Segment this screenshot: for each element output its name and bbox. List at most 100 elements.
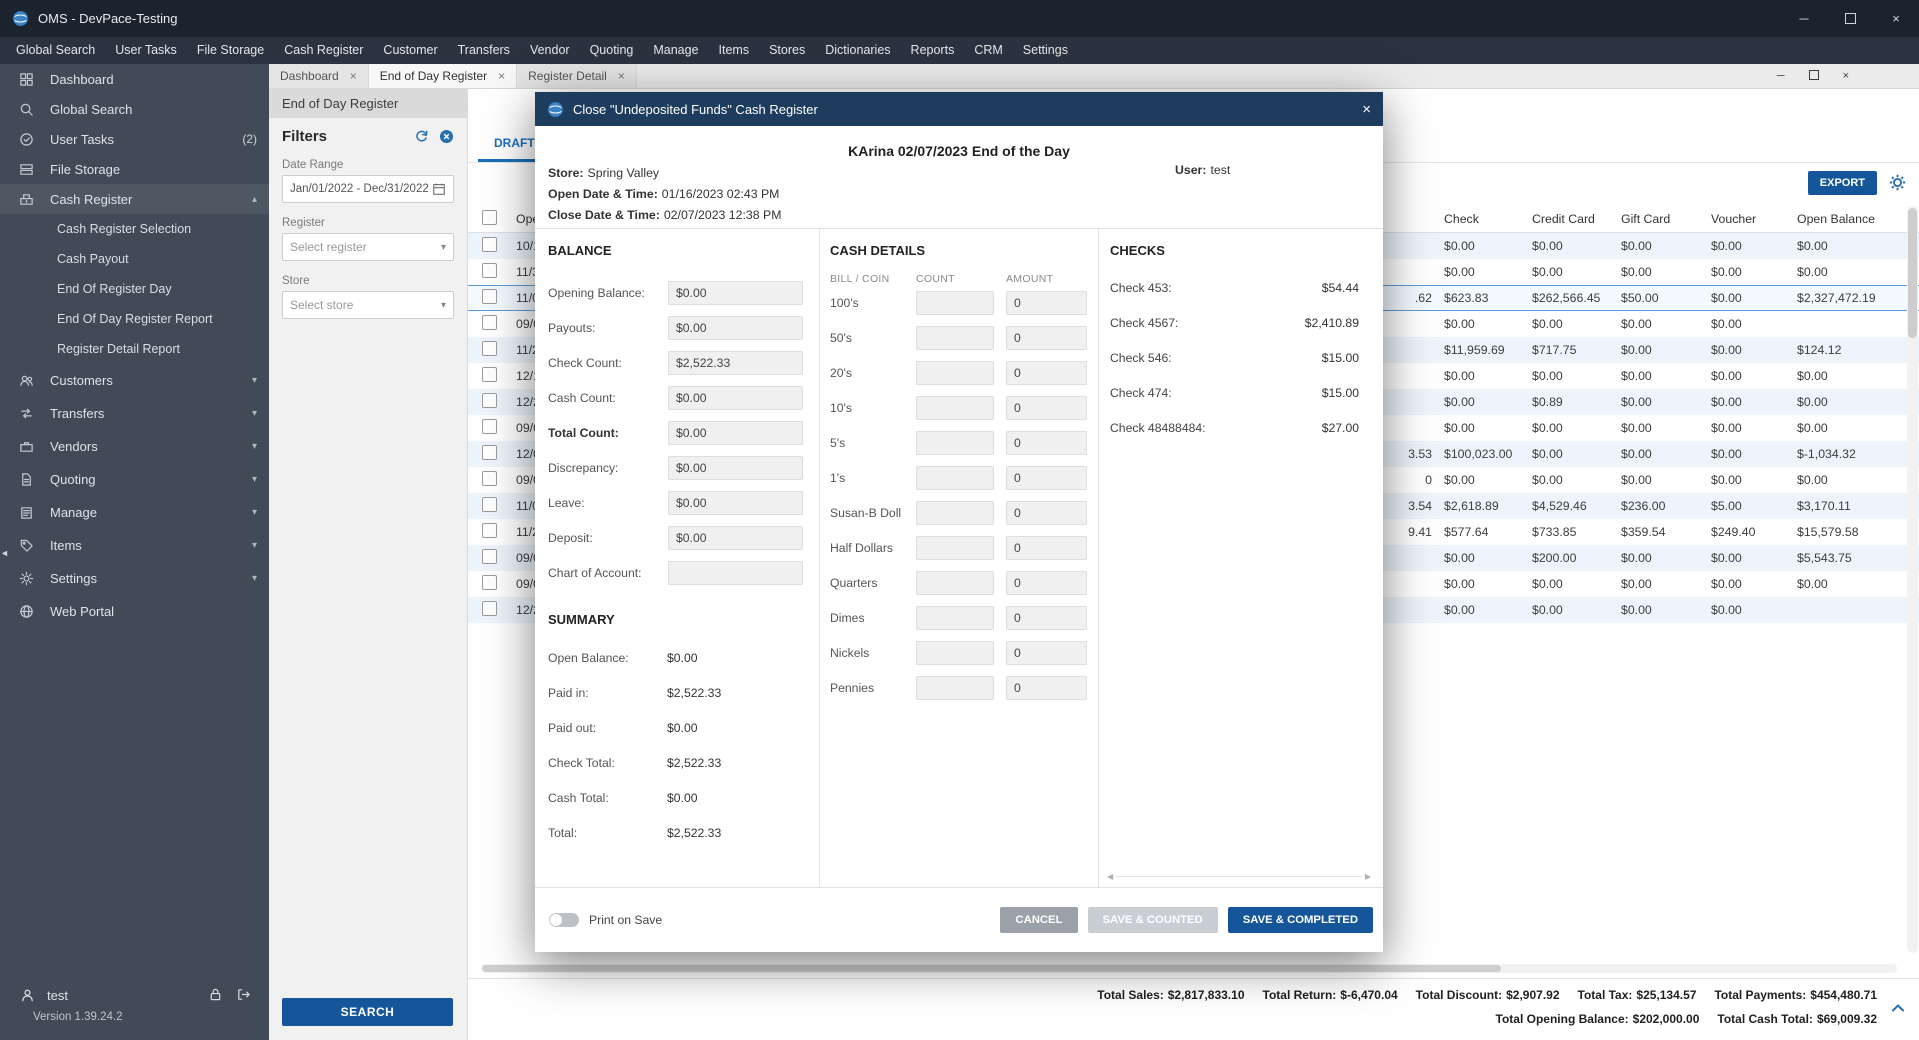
export-button[interactable]: EXPORT	[1807, 171, 1877, 195]
child-minimize-button[interactable]: ─	[1777, 70, 1785, 82]
menu-item-user-tasks[interactable]: User Tasks	[105, 37, 187, 64]
count-input[interactable]	[916, 570, 994, 595]
sidebar-item-settings[interactable]: Settings ▾	[0, 562, 269, 595]
row-checkbox[interactable]	[482, 497, 497, 512]
clear-filters-icon[interactable]	[439, 129, 454, 144]
count-input[interactable]	[916, 290, 994, 315]
count-input[interactable]	[916, 535, 994, 560]
amount-input[interactable]: 0	[1006, 535, 1087, 560]
checks-scrollbar[interactable]: ◀ ▶	[1107, 871, 1371, 881]
row-checkbox[interactable]	[482, 575, 497, 590]
modal-close-icon[interactable]: ×	[1362, 101, 1371, 118]
column-gift-card[interactable]: Gift Card	[1621, 212, 1711, 226]
menu-item-quoting[interactable]: Quoting	[580, 37, 644, 64]
balance-field-input[interactable]: $0.00	[668, 490, 803, 515]
sidebar-item-quoting[interactable]: Quoting ▾	[0, 463, 269, 496]
amount-input[interactable]: 0	[1006, 430, 1087, 455]
sidebar-item-vendors[interactable]: Vendors ▾	[0, 430, 269, 463]
chevron-up-icon[interactable]	[1890, 1000, 1906, 1016]
menu-item-stores[interactable]: Stores	[759, 37, 815, 64]
row-checkbox[interactable]	[482, 445, 497, 460]
row-checkbox[interactable]	[482, 471, 497, 486]
sidebar-item-web-portal[interactable]: Web Portal	[0, 595, 269, 628]
balance-field-input[interactable]: $0.00	[668, 315, 803, 340]
row-checkbox[interactable]	[482, 393, 497, 408]
balance-field-input[interactable]: $2,522.33	[668, 350, 803, 375]
sidebar-subitem-end-of-day-register-report[interactable]: End Of Day Register Report	[0, 304, 269, 334]
sidebar-item-global-search[interactable]: Global Search	[0, 94, 269, 124]
horizontal-scrollbar-thumb[interactable]	[482, 965, 1501, 972]
register-select[interactable]: Select register ▾	[282, 233, 454, 261]
amount-input[interactable]: 0	[1006, 640, 1087, 665]
row-checkbox[interactable]	[482, 315, 497, 330]
menu-item-transfers[interactable]: Transfers	[448, 37, 520, 64]
balance-field-input[interactable]: $0.00	[668, 420, 803, 445]
menu-item-global-search[interactable]: Global Search	[6, 37, 105, 64]
store-select[interactable]: Select store ▾	[282, 291, 454, 319]
tab-end-of-day-register[interactable]: End of Day Register ×	[368, 64, 518, 88]
sidebar-subitem-cash-payout[interactable]: Cash Payout	[0, 244, 269, 274]
row-checkbox[interactable]	[482, 419, 497, 434]
lock-icon[interactable]	[208, 987, 223, 1002]
row-checkbox[interactable]	[482, 237, 497, 252]
column-voucher[interactable]: Voucher	[1711, 212, 1797, 226]
menu-item-file-storage[interactable]: File Storage	[187, 37, 274, 64]
count-input[interactable]	[916, 465, 994, 490]
scroll-left-icon[interactable]: ◀	[1107, 872, 1113, 881]
count-input[interactable]	[916, 500, 994, 525]
balance-field-input[interactable]: $0.00	[668, 455, 803, 480]
amount-input[interactable]: 0	[1006, 570, 1087, 595]
balance-field-input[interactable]	[668, 560, 803, 585]
print-on-save-toggle[interactable]	[549, 913, 579, 927]
row-checkbox[interactable]	[482, 523, 497, 538]
save-counted-button[interactable]: SAVE & COUNTED	[1087, 907, 1218, 933]
amount-input[interactable]: 0	[1006, 675, 1087, 700]
column-credit-card[interactable]: Credit Card	[1532, 212, 1621, 226]
count-input[interactable]	[916, 395, 994, 420]
count-input[interactable]	[916, 675, 994, 700]
row-checkbox[interactable]	[482, 289, 497, 304]
menu-item-reports[interactable]: Reports	[901, 37, 965, 64]
scroll-right-icon[interactable]: ▶	[1365, 872, 1371, 881]
menu-item-cash-register[interactable]: Cash Register	[274, 37, 373, 64]
menu-item-vendor[interactable]: Vendor	[520, 37, 580, 64]
refresh-icon[interactable]	[414, 129, 429, 144]
restore-button[interactable]	[1827, 0, 1873, 37]
minimize-button[interactable]: ─	[1781, 0, 1827, 37]
logout-icon[interactable]	[236, 987, 251, 1002]
row-checkbox[interactable]	[482, 601, 497, 616]
count-input[interactable]	[916, 640, 994, 665]
sidebar-item-customers[interactable]: Customers ▾	[0, 364, 269, 397]
vertical-scrollbar-thumb[interactable]	[1908, 208, 1917, 338]
amount-input[interactable]: 0	[1006, 395, 1087, 420]
sidebar-item-items[interactable]: Items ▾	[0, 529, 269, 562]
close-icon[interactable]: ×	[618, 69, 625, 83]
amount-input[interactable]: 0	[1006, 290, 1087, 315]
row-checkbox[interactable]	[482, 549, 497, 564]
sidebar-subitem-cash-register-selection[interactable]: Cash Register Selection	[0, 214, 269, 244]
amount-input[interactable]: 0	[1006, 360, 1087, 385]
close-button[interactable]: ×	[1873, 0, 1919, 37]
child-restore-button[interactable]	[1808, 69, 1819, 83]
amount-input[interactable]: 0	[1006, 605, 1087, 630]
gear-icon[interactable]	[1888, 173, 1907, 192]
menu-item-customer[interactable]: Customer	[373, 37, 447, 64]
count-input[interactable]	[916, 360, 994, 385]
sidebar-item-manage[interactable]: Manage ▾	[0, 496, 269, 529]
sidebar-item-transfers[interactable]: Transfers ▾	[0, 397, 269, 430]
row-checkbox[interactable]	[482, 367, 497, 382]
row-checkbox[interactable]	[482, 341, 497, 356]
menu-item-dictionaries[interactable]: Dictionaries	[815, 37, 900, 64]
sidebar-item-dashboard[interactable]: Dashboard	[0, 64, 269, 94]
tab-register-detail[interactable]: Register Detail ×	[517, 64, 637, 88]
close-icon[interactable]: ×	[498, 69, 505, 83]
horizontal-scrollbar[interactable]	[482, 964, 1897, 973]
sidebar-item-user-tasks[interactable]: User Tasks (2)	[0, 124, 269, 154]
sidebar-item-file-storage[interactable]: File Storage	[0, 154, 269, 184]
column-check[interactable]: Check	[1444, 212, 1532, 226]
sidebar-item-cash-register[interactable]: Cash Register ▴	[0, 184, 269, 214]
amount-input[interactable]: 0	[1006, 465, 1087, 490]
child-close-button[interactable]: ×	[1843, 70, 1849, 82]
menu-item-manage[interactable]: Manage	[643, 37, 708, 64]
balance-field-input[interactable]: $0.00	[668, 385, 803, 410]
